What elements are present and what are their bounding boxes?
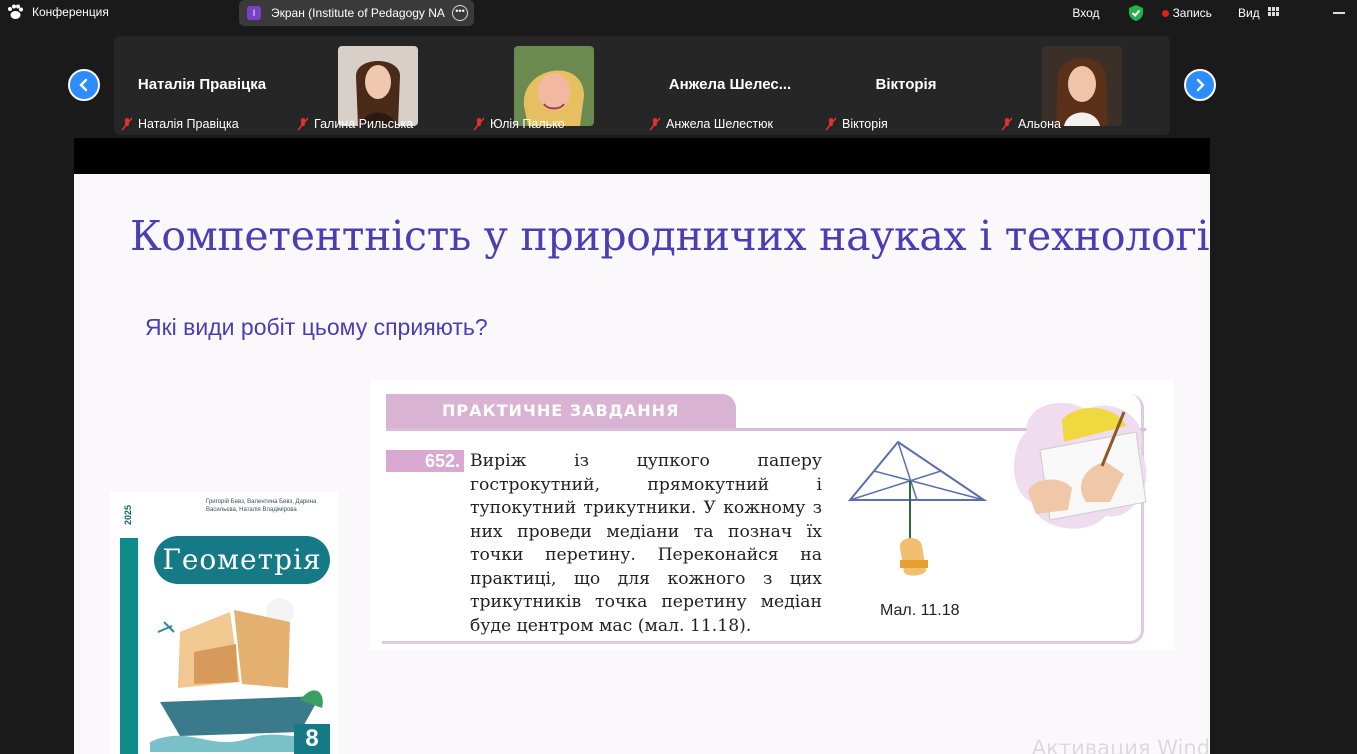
meeting-topbar: Конференция I Экран (Institute of Pedago… — [0, 0, 1357, 26]
chevron-right-icon — [1196, 78, 1205, 92]
view-button[interactable]: Вид — [1238, 6, 1279, 20]
triangle-medians-figure — [848, 440, 988, 576]
participant-name: Альона — [1018, 117, 1061, 131]
sharer-badge: I — [247, 6, 261, 20]
book-authors: Григорій Бевз, Валентина Бевз, Дарина Ва… — [206, 499, 317, 513]
participant-label: Альона — [1000, 117, 1061, 131]
participant-video — [514, 46, 594, 126]
view-label: Вид — [1237, 6, 1260, 20]
participant-label: Юлія Палько — [472, 117, 565, 131]
record-label: Запись — [1172, 6, 1212, 20]
mic-muted-icon — [121, 117, 133, 131]
task-header: ПРАКТИЧНЕ ЗАВДАННЯ — [386, 394, 736, 428]
prev-participants-button[interactable] — [68, 69, 100, 101]
participant-label: Анжела Шелестюк — [648, 117, 773, 131]
paw-logo-icon — [8, 4, 23, 19]
shared-slide: Компетентність у природничих науках і те… — [74, 174, 1210, 754]
slide-question: Які види робіт цьому сприяють? — [145, 314, 488, 340]
task-text: Виріж із цупкого паперу гострокутний, пр… — [470, 451, 822, 636]
participant-name: Наталія Правіцка — [138, 117, 239, 131]
participant-tile[interactable]: Юлія Палько — [466, 36, 642, 135]
book-spine — [120, 538, 138, 754]
participant-video — [1042, 46, 1122, 126]
screen-share-indicator[interactable]: I Экран (Institute of Pedagogy NA ••• — [239, 0, 474, 26]
participant-name: Вікторія — [842, 117, 888, 131]
participant-tile[interactable]: Наталія Правіцка Наталія Правіцка — [114, 36, 290, 135]
participant-tile[interactable]: Анжела Шелес... Анжела Шелестюк — [642, 36, 818, 135]
participant-display-name: Вікторія — [875, 76, 937, 93]
participant-display-name: Наталія Правіцка — [137, 76, 267, 93]
participant-name: Анжела Шелестюк — [666, 117, 773, 131]
practical-task-image: ПРАКТИЧНЕ ЗАВДАННЯ 652. Виріж із цупкого… — [370, 380, 1174, 650]
book-year: 2025 — [123, 504, 134, 526]
participant-label: Вікторія — [824, 117, 888, 131]
record-button[interactable]: Запись — [1161, 6, 1212, 20]
grid-view-icon — [1268, 7, 1279, 16]
app-title-area: Конференция — [6, 4, 109, 20]
slide-title: Компетентність у природничих науках і те… — [130, 212, 1210, 260]
book-title: Геометрія — [154, 536, 330, 584]
mic-muted-icon — [473, 117, 485, 131]
app-title: Конференция — [32, 5, 109, 19]
mic-muted-icon — [649, 117, 661, 131]
chevron-left-icon — [79, 78, 88, 92]
mic-muted-icon — [297, 117, 309, 131]
mic-muted-icon — [825, 117, 837, 131]
task-number: 652. — [386, 450, 464, 472]
geometry-textbook-cover: 2025 Григорій Бевз, Валентина Бевз, Дари… — [110, 492, 338, 754]
video-thumbnail — [1042, 46, 1122, 126]
hand-drawing-illustration — [1013, 402, 1147, 529]
participant-name: Галина Рильська — [314, 117, 414, 131]
participant-tile[interactable]: Галина Рильська — [290, 36, 466, 135]
participant-tile[interactable]: Вікторія Вікторія — [818, 36, 994, 135]
security-shield-icon[interactable] — [1128, 4, 1144, 22]
participant-label: Галина Рильська — [296, 117, 413, 131]
figure-caption: Мал. 11.18 — [880, 602, 960, 619]
record-dot-icon — [1161, 10, 1169, 17]
participant-name: Юлія Палько — [490, 117, 565, 131]
shared-screen-topbar — [74, 138, 1210, 174]
participant-label: Наталія Правіцка — [120, 117, 239, 131]
next-participants-button[interactable] — [1184, 69, 1216, 101]
minimize-icon[interactable] — [1333, 12, 1345, 14]
login-button[interactable]: Вход — [1072, 6, 1099, 20]
participant-video — [338, 46, 418, 126]
book-grade: 8 — [294, 724, 330, 754]
video-thumbnail — [338, 46, 418, 126]
participant-tile[interactable]: Альона — [994, 36, 1170, 135]
mic-muted-icon — [1001, 117, 1013, 131]
windows-activation-watermark: Активация Wind — [1031, 736, 1210, 754]
participant-display-name: Анжела Шелес... — [668, 76, 792, 93]
screen-share-label: Экран (Institute of Pedagogy NA — [271, 6, 445, 20]
video-thumbnail — [514, 46, 594, 126]
topbar-right: Вход Запись Вид — [1062, 2, 1357, 24]
more-options-icon[interactable]: ••• — [452, 5, 468, 21]
